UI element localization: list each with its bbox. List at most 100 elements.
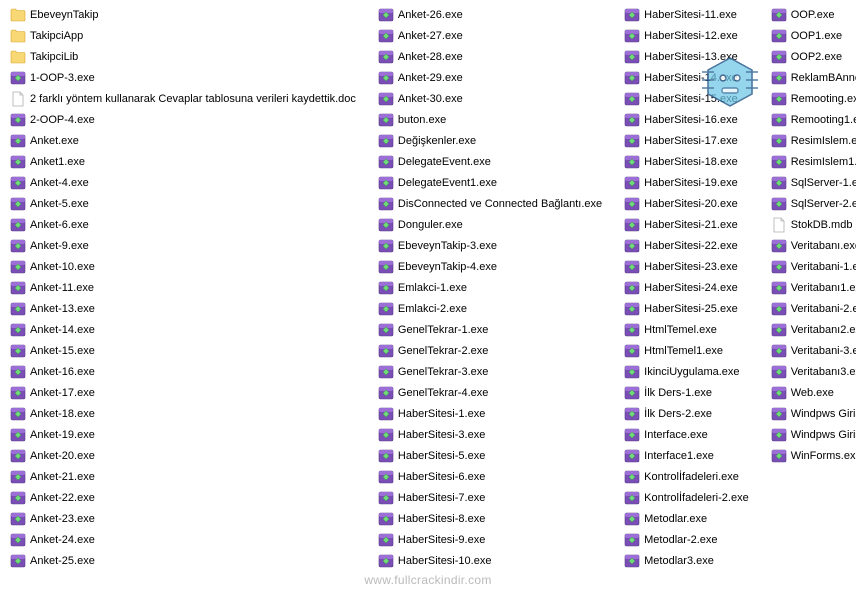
file-item[interactable]: Anket-25.exe [8,550,358,571]
file-item[interactable]: Windpws Giriş.exe [769,403,856,424]
file-item[interactable]: HtmlTemel.exe [622,319,751,340]
file-item[interactable]: SqlServer-1.exe [769,172,856,193]
file-item[interactable]: HaberSitesi-15.exe [622,88,751,109]
file-item[interactable]: HaberSitesi-20.exe [622,193,751,214]
file-item[interactable]: Veritabanı.exe [769,235,856,256]
file-item[interactable]: Anket-11.exe [8,277,358,298]
file-item[interactable]: Değişkenler.exe [376,130,604,151]
file-item[interactable]: Emlakci-1.exe [376,277,604,298]
file-item[interactable]: ReklamBAnner.exe [769,67,856,88]
file-item[interactable]: GenelTekrar-3.exe [376,361,604,382]
file-item[interactable]: Metodlar.exe [622,508,751,529]
file-item[interactable]: TakipciApp [8,25,358,46]
file-item[interactable]: Remooting.exe [769,88,856,109]
file-item[interactable]: HaberSitesi-12.exe [622,25,751,46]
file-item[interactable]: Windpws Giriş1.exe [769,424,856,445]
file-item[interactable]: Anket-10.exe [8,256,358,277]
file-item[interactable]: Veritabani-1.exe [769,256,856,277]
file-item[interactable]: HaberSitesi-8.exe [376,508,604,529]
file-item[interactable]: Veritabani-3.exe [769,340,856,361]
file-item[interactable]: HaberSitesi-13.exe [622,46,751,67]
file-item[interactable]: İlk Ders-2.exe [622,403,751,424]
file-item[interactable]: GenelTekrar-2.exe [376,340,604,361]
file-item[interactable]: Anket-28.exe [376,46,604,67]
file-item[interactable]: HaberSitesi-24.exe [622,277,751,298]
file-item[interactable]: Anket.exe [8,130,358,151]
file-item[interactable]: ResimIslem1.exe [769,151,856,172]
file-item[interactable]: Interface1.exe [622,445,751,466]
file-item[interactable]: Anket-13.exe [8,298,358,319]
file-item[interactable]: İlk Ders-1.exe [622,382,751,403]
file-item[interactable]: Metodlar3.exe [622,550,751,571]
file-item[interactable]: Veritabanı3.exe [769,361,856,382]
file-item[interactable]: HaberSitesi-10.exe [376,550,604,571]
file-item[interactable]: Anket-29.exe [376,67,604,88]
file-item[interactable]: TakipciLib [8,46,358,67]
file-item[interactable]: HaberSitesi-5.exe [376,445,604,466]
file-item[interactable]: HaberSitesi-9.exe [376,529,604,550]
file-item[interactable]: DelegateEvent1.exe [376,172,604,193]
file-item[interactable]: HaberSitesi-16.exe [622,109,751,130]
file-item[interactable]: HaberSitesi-14.exe [622,67,751,88]
file-item[interactable]: Anket-18.exe [8,403,358,424]
file-item[interactable]: GenelTekrar-4.exe [376,382,604,403]
file-list-view[interactable]: EbeveynTakipTakipciAppTakipciLib 1-OOP-3… [0,0,856,590]
file-item[interactable]: Anket-14.exe [8,319,358,340]
file-item[interactable]: HaberSitesi-23.exe [622,256,751,277]
file-item[interactable]: Anket-24.exe [8,529,358,550]
file-item[interactable]: Anket-26.exe [376,4,604,25]
file-item[interactable]: Anket-16.exe [8,361,358,382]
file-item[interactable]: EbeveynTakip [8,4,358,25]
file-item[interactable]: ResimIslem.exe [769,130,856,151]
file-item[interactable]: OOP.exe [769,4,856,25]
file-item[interactable]: EbeveynTakip-4.exe [376,256,604,277]
file-item[interactable]: Interface.exe [622,424,751,445]
file-item[interactable]: HaberSitesi-22.exe [622,235,751,256]
file-item[interactable]: Anket-15.exe [8,340,358,361]
file-item[interactable]: Donguler.exe [376,214,604,235]
file-item[interactable]: Anket-19.exe [8,424,358,445]
file-item[interactable]: SqlServer-2.exe [769,193,856,214]
file-item[interactable]: HaberSitesi-6.exe [376,466,604,487]
file-item[interactable]: Veritabanı2.exe [769,319,856,340]
file-item[interactable]: buton.exe [376,109,604,130]
file-item[interactable]: HtmlTemel1.exe [622,340,751,361]
file-item[interactable]: Anket-21.exe [8,466,358,487]
file-item[interactable]: Metodlar-2.exe [622,529,751,550]
file-item[interactable]: Web.exe [769,382,856,403]
file-item[interactable]: HaberSitesi-25.exe [622,298,751,319]
file-item[interactable]: Remooting1.exe [769,109,856,130]
file-item[interactable]: DelegateEvent.exe [376,151,604,172]
file-item[interactable]: Anket-17.exe [8,382,358,403]
file-item[interactable]: DisConnected ve Connected Bağlantı.exe [376,193,604,214]
file-item[interactable]: Anket-4.exe [8,172,358,193]
file-item[interactable]: 1-OOP-3.exe [8,67,358,88]
file-item[interactable]: Anket-27.exe [376,25,604,46]
file-item[interactable]: OOP2.exe [769,46,856,67]
file-item[interactable]: HaberSitesi-1.exe [376,403,604,424]
file-item[interactable]: Emlakci-2.exe [376,298,604,319]
file-item[interactable]: 2-OOP-4.exe [8,109,358,130]
file-item[interactable]: Veritabani-2.exe [769,298,856,319]
file-item[interactable]: Anket-23.exe [8,508,358,529]
file-item[interactable]: EbeveynTakip-3.exe [376,235,604,256]
file-item[interactable]: StokDB.mdb [769,214,856,235]
file-item[interactable]: HaberSitesi-3.exe [376,424,604,445]
file-item[interactable]: Anket-9.exe [8,235,358,256]
file-item[interactable]: Anket-6.exe [8,214,358,235]
file-item[interactable]: HaberSitesi-18.exe [622,151,751,172]
file-item[interactable]: HaberSitesi-7.exe [376,487,604,508]
file-item[interactable]: WinForms.exe [769,445,856,466]
file-item[interactable]: Anket-5.exe [8,193,358,214]
file-item[interactable]: Anket-30.exe [376,88,604,109]
file-item[interactable]: Anket1.exe [8,151,358,172]
file-item[interactable]: HaberSitesi-11.exe [622,4,751,25]
file-item[interactable]: IkinciUygulama.exe [622,361,751,382]
file-item[interactable]: Anket-20.exe [8,445,358,466]
file-item[interactable]: 2 farklı yöntem kullanarak Cevaplar tabl… [8,88,358,109]
file-item[interactable]: Anket-22.exe [8,487,358,508]
file-item[interactable]: Veritabanı1.exe [769,277,856,298]
file-item[interactable]: OOP1.exe [769,25,856,46]
file-item[interactable]: HaberSitesi-21.exe [622,214,751,235]
file-item[interactable]: GenelTekrar-1.exe [376,319,604,340]
